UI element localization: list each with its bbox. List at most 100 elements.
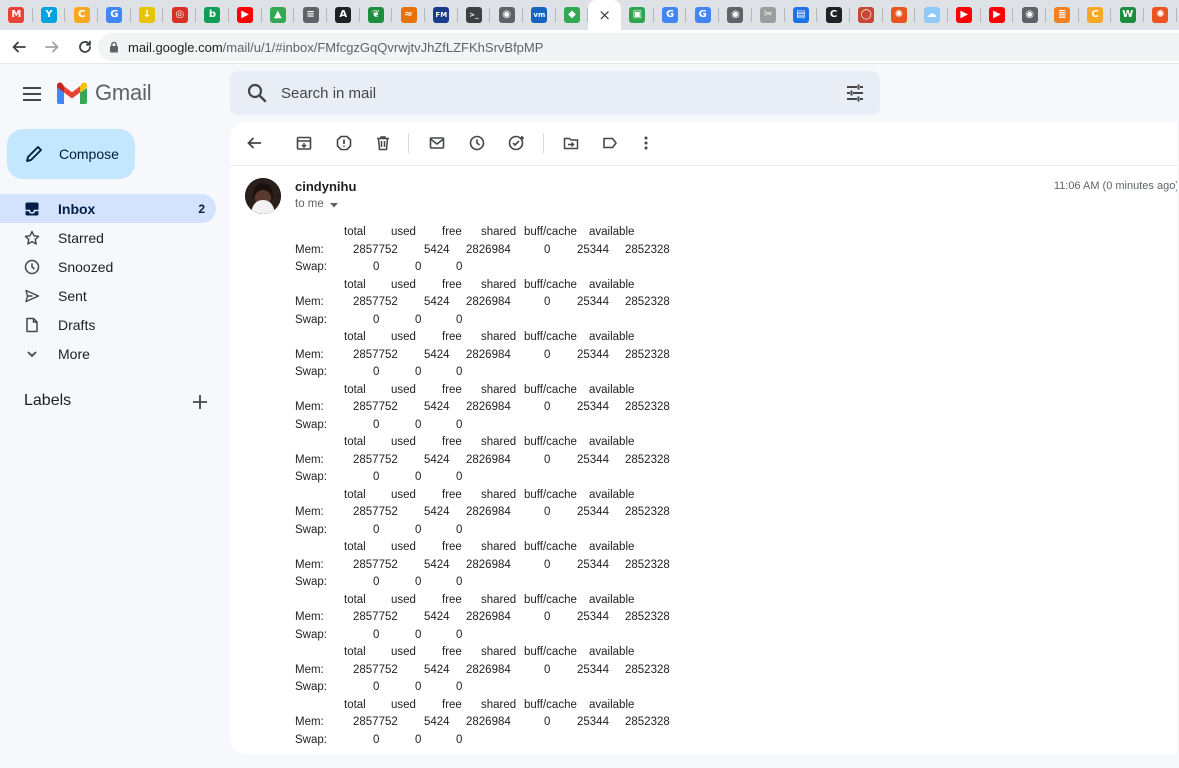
browser-tab[interactable]: C	[1079, 0, 1112, 30]
browser-tab[interactable]: ▣	[621, 0, 654, 30]
browser-tab[interactable]: ◯	[850, 0, 883, 30]
table-row: Swap: 0 0 0	[295, 732, 695, 750]
browser-tab[interactable]: W	[1111, 0, 1144, 30]
table-cell: buff/cache	[524, 593, 577, 606]
browser-tab[interactable]: Y	[33, 0, 66, 30]
table-cell: 2852328	[625, 243, 670, 256]
browser-tab[interactable]: ≡	[294, 0, 327, 30]
back-button[interactable]	[5, 33, 33, 61]
mark-unread-button[interactable]	[427, 133, 447, 153]
avatar[interactable]	[245, 178, 281, 214]
mail-icon	[429, 137, 445, 149]
add-label-button[interactable]	[190, 392, 210, 412]
table-cell: 25344	[577, 506, 609, 518]
table-cell: 0	[415, 418, 422, 431]
recipient-details[interactable]: to me	[295, 198, 339, 210]
browser-tab[interactable]: G	[686, 0, 719, 30]
close-tab-icon[interactable]: ×	[598, 6, 611, 24]
sidebar-item-drafts[interactable]: Drafts	[0, 310, 216, 339]
browser-tab[interactable]: ≣	[1046, 0, 1079, 30]
browser-tab[interactable]: ▲	[262, 0, 295, 30]
browser-tab[interactable]: FM	[425, 0, 458, 30]
browser-tab[interactable]: G	[654, 0, 687, 30]
table-cell: free	[442, 698, 462, 711]
move-to-button[interactable]	[561, 133, 581, 153]
browser-tab[interactable]: ◉	[719, 0, 752, 30]
browser-tab[interactable]: ▶	[948, 0, 981, 30]
table-cell: shared	[481, 436, 517, 448]
browser-tab[interactable]: ✺	[1144, 0, 1177, 30]
feather-icon: ❦	[367, 7, 384, 23]
browser-tab[interactable]: ◉	[1013, 0, 1046, 30]
google-icon: G	[106, 7, 123, 23]
delete-button[interactable]	[373, 133, 393, 153]
back-to-inbox-button[interactable]	[244, 133, 264, 153]
sidebar-item-inbox[interactable]: Inbox 2	[0, 194, 216, 223]
table-cell: 0	[544, 663, 551, 676]
table-cell: 0	[544, 401, 551, 413]
browser-tab[interactable]: M	[0, 0, 33, 30]
browser-tab[interactable]: ↓	[131, 0, 164, 30]
browser-tab[interactable]: ▶	[229, 0, 262, 30]
table-cell: 5424	[424, 611, 450, 623]
search-icon[interactable]	[246, 82, 268, 109]
table-cell: shared	[481, 488, 517, 501]
browser-tab[interactable]: ✂	[752, 0, 785, 30]
ubuntu-icon: ✺	[1152, 7, 1169, 23]
table-cell: 0	[415, 261, 422, 273]
search-input[interactable]	[281, 71, 821, 115]
browser-tab[interactable]: b	[196, 0, 229, 30]
browser-tab[interactable]: C	[65, 0, 98, 30]
table-row: Mem: 2857752 5424 2826984 0 25344 2852328	[295, 242, 695, 260]
snooze-button[interactable]	[467, 133, 487, 153]
table-cell: 2826984	[466, 558, 511, 571]
table-cell: Swap:	[295, 313, 327, 326]
address-bar[interactable]: mail.google.com/mail/u/1/#inbox/FMfcgzGq…	[98, 33, 1179, 61]
reload-button[interactable]	[71, 33, 99, 61]
browser-tab[interactable]: ☁	[915, 0, 948, 30]
browser-tab[interactable]: C	[817, 0, 850, 30]
archive-button[interactable]	[294, 133, 314, 153]
browser-tab[interactable]: ◉	[490, 0, 523, 30]
table-cell: Mem:	[295, 243, 324, 256]
browser-tab[interactable]: G	[98, 0, 131, 30]
table-cell: total	[344, 698, 366, 711]
browser-tab[interactable]: ≈	[392, 0, 425, 30]
table-cell: total	[344, 436, 366, 448]
search-bar[interactable]	[230, 71, 880, 115]
browser-tab[interactable]: A	[327, 0, 360, 30]
add-to-tasks-button[interactable]	[507, 133, 527, 153]
browser-tab[interactable]: ◎	[163, 0, 196, 30]
forward-button[interactable]	[38, 33, 66, 61]
sender-name[interactable]: cindynihu	[295, 179, 356, 194]
search-options-icon[interactable]	[844, 82, 866, 109]
browser-tab[interactable]: ▶	[981, 0, 1014, 30]
browser-tab[interactable]: vm	[523, 0, 556, 30]
browser-tab[interactable]: ◆	[556, 0, 589, 30]
main-menu-button[interactable]	[20, 82, 44, 106]
sidebar-item-sent[interactable]: Sent	[0, 281, 216, 310]
browser-tab[interactable]: ▤	[785, 0, 818, 30]
sidebar-item-more[interactable]: More	[0, 339, 216, 368]
table-cell: 5424	[424, 243, 450, 256]
memory-report-block: total used free shared buff/cache available Me…	[295, 592, 695, 645]
green-bird-icon: b	[204, 7, 221, 23]
table-cell: 0	[373, 366, 380, 378]
compose-button[interactable]: Compose	[7, 129, 135, 179]
browser-tab[interactable]: ❦	[360, 0, 393, 30]
labels-button[interactable]	[600, 133, 620, 153]
table-cell: 2857752	[353, 716, 398, 728]
more-options-button[interactable]	[636, 133, 656, 153]
sidebar-item-starred[interactable]: Starred	[0, 223, 216, 252]
report-spam-button[interactable]	[334, 133, 354, 153]
table-cell: 0	[415, 733, 422, 746]
browser-tab[interactable]: >_	[458, 0, 491, 30]
message-toolbar	[230, 122, 1179, 166]
gmail-logo[interactable]: Gmail	[57, 80, 152, 106]
memory-report-block: total used free shared buff/cache available Me…	[295, 539, 695, 592]
sidebar-item-snoozed[interactable]: Snoozed	[0, 252, 216, 281]
clock-icon	[24, 259, 40, 275]
draft-icon	[24, 317, 40, 333]
browser-tab[interactable]: ×	[588, 0, 622, 30]
browser-tab[interactable]: ✺	[883, 0, 916, 30]
